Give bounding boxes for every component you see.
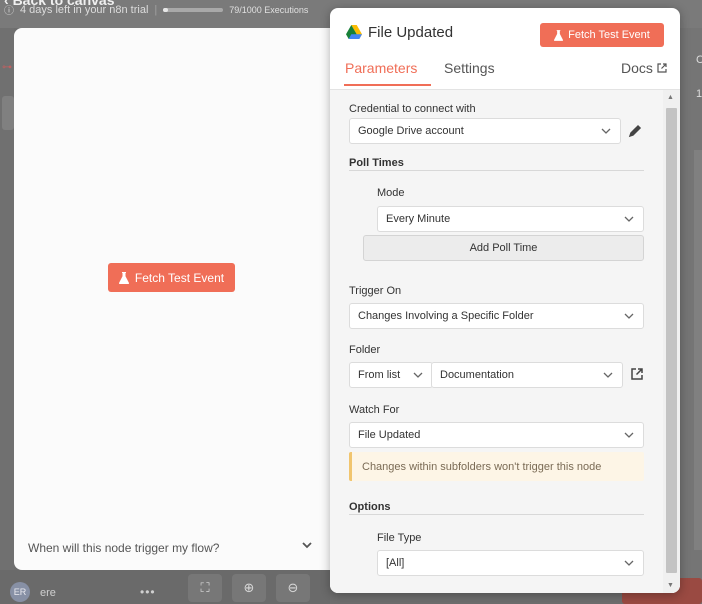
- fetch-test-event-button-large[interactable]: Fetch Test Event: [108, 263, 235, 292]
- trial-banner: ⓘ 4 days left in your n8n trial | 79/100…: [4, 3, 309, 18]
- file-type-select[interactable]: [All]: [377, 550, 644, 576]
- chevron-down-icon: [624, 313, 634, 319]
- trigger-on-label: Trigger On: [349, 285, 402, 297]
- flask-icon: [554, 29, 564, 41]
- watch-for-select[interactable]: File Updated: [349, 422, 644, 448]
- zoom-in-icon: ⊕: [243, 580, 255, 595]
- output-panel-edge: C 1: [680, 28, 702, 604]
- docs-link[interactable]: Docs: [621, 60, 667, 84]
- chevron-down-icon: [624, 560, 634, 566]
- parameters-scrollbar[interactable]: ▲ ▼: [663, 90, 680, 593]
- credential-label: Credential to connect with: [349, 103, 476, 115]
- file-type-label: File Type: [377, 532, 422, 544]
- flask-icon: [118, 271, 129, 284]
- node-settings-panel: File Updated Fetch Test Event Parameters…: [330, 8, 680, 593]
- parameters-body: Credential to connect with Google Drive …: [330, 90, 680, 593]
- folder-label: Folder: [349, 344, 381, 356]
- pencil-icon[interactable]: [628, 124, 642, 138]
- zoom-out-button[interactable]: ⊖: [276, 574, 310, 602]
- folder-source-select[interactable]: From list: [349, 362, 433, 388]
- subfolder-notice: Changes within subfolders won't trigger …: [349, 452, 644, 481]
- poll-times-title: Poll Times: [349, 157, 404, 169]
- chevron-down-icon: [624, 216, 634, 222]
- info-icon: ⓘ: [4, 6, 14, 17]
- fit-view-icon: ⛶: [200, 580, 210, 595]
- tab-settings[interactable]: Settings: [444, 60, 495, 84]
- credential-select[interactable]: Google Drive account: [349, 118, 621, 144]
- zoom-in-button[interactable]: ⊕: [232, 574, 266, 602]
- link-icon: ⊶: [2, 62, 12, 73]
- scroll-up-arrow-icon[interactable]: ▲: [667, 94, 674, 101]
- open-folder-external-icon[interactable]: [630, 367, 644, 381]
- executions-count: 79/1000 Executions: [229, 4, 309, 15]
- chevron-down-icon[interactable]: [300, 538, 314, 555]
- node-header: File Updated Fetch Test Event: [330, 8, 680, 60]
- user-menu-button[interactable]: •••: [140, 585, 156, 599]
- canvas-left-strip: ⊶: [0, 28, 14, 604]
- trigger-on-select[interactable]: Changes Involving a Specific Folder: [349, 303, 644, 329]
- scroll-down-arrow-icon[interactable]: ▼: [667, 582, 674, 589]
- trial-text: 4 days left in your n8n trial: [20, 3, 149, 16]
- chevron-down-icon: [603, 372, 613, 378]
- chevron-down-icon: [601, 128, 611, 134]
- external-link-icon: [657, 63, 667, 73]
- add-poll-time-button[interactable]: Add Poll Time: [363, 235, 644, 261]
- google-drive-icon: [346, 25, 362, 39]
- mode-select[interactable]: Every Minute: [377, 206, 644, 232]
- when-trigger-toggle[interactable]: When will this node trigger my flow?: [28, 541, 219, 555]
- avatar[interactable]: ER: [10, 582, 30, 602]
- options-title: Options: [349, 501, 391, 513]
- chevron-down-icon: [413, 372, 423, 378]
- executions-progress: [163, 7, 224, 12]
- user-name: ere: [40, 587, 56, 599]
- folder-select[interactable]: Documentation: [431, 362, 623, 388]
- fetch-test-event-button[interactable]: Fetch Test Event: [540, 23, 664, 47]
- watch-for-label: Watch For: [349, 404, 400, 416]
- input-panel: Fetch Test Event When will this node tri…: [14, 28, 350, 570]
- mode-label: Mode: [377, 187, 405, 199]
- node-title[interactable]: File Updated: [368, 24, 453, 41]
- scrollbar-thumb[interactable]: [666, 108, 677, 573]
- node-tabs: Parameters Settings Docs: [330, 56, 680, 90]
- zoom-out-icon: ⊖: [287, 580, 299, 595]
- fit-view-button[interactable]: ⛶: [188, 574, 222, 602]
- tab-parameters[interactable]: Parameters: [344, 60, 432, 86]
- chevron-down-icon: [624, 432, 634, 438]
